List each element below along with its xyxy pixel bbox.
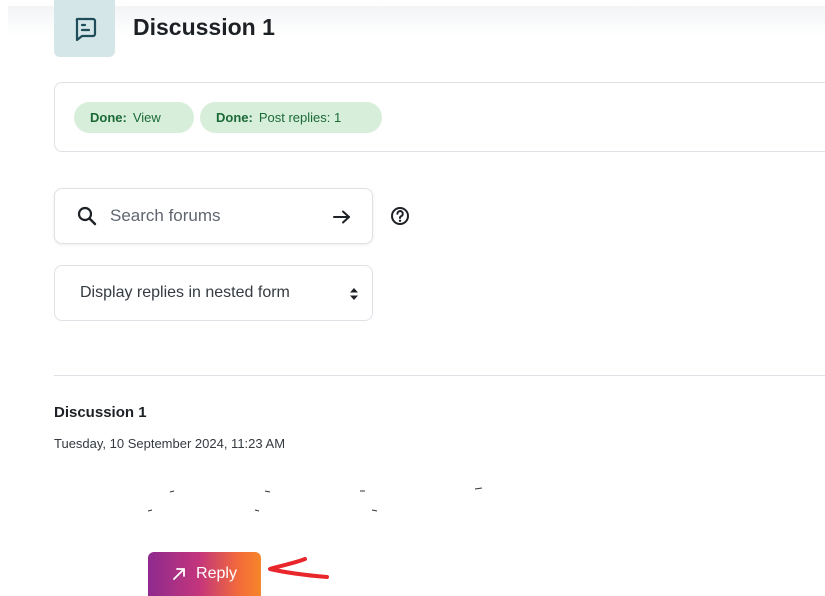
annotation-arrow-mark (268, 557, 329, 579)
question-circle-icon[interactable] (390, 206, 410, 226)
search-forums-box (54, 188, 373, 244)
arrow-up-right-icon (173, 568, 185, 580)
page-title: Discussion 1 (133, 14, 275, 40)
badge-prefix: Done: (90, 110, 127, 125)
redacted-post-content (147, 487, 483, 512)
search-input[interactable] (110, 203, 310, 229)
arrow-right-icon (333, 210, 350, 224)
display-mode-select[interactable]: Display replies in nested form (54, 265, 373, 321)
post-subject: Discussion 1 (54, 404, 147, 421)
badge-text: View (132, 110, 161, 125)
search-icon (77, 206, 97, 226)
reply-button[interactable]: Reply (148, 552, 261, 596)
section-divider (54, 375, 825, 376)
badge-text: Post replies: 1 (258, 110, 342, 125)
display-mode-selected: Display replies in nested form (80, 284, 290, 301)
completion-badge-view: Done: View (74, 102, 194, 133)
header-band (8, 6, 825, 36)
sort-caret-icon (350, 288, 358, 300)
badge-prefix: Done: (216, 110, 253, 125)
post-date: Tuesday, 10 September 2024, 11:23 AM (54, 436, 286, 451)
forum-icon (75, 17, 96, 41)
activity-completion: Done: View Done: Post replies: 1 (54, 82, 825, 152)
forum-discussion-page: Discussion 1 Done: View Done: Post repli… (0, 0, 825, 596)
completion-badge-post-replies: Done: Post replies: 1 (200, 102, 382, 133)
reply-button-label: Reply (196, 565, 237, 582)
forum-icon-tile (54, 0, 115, 57)
search-submit-button[interactable] (327, 203, 357, 231)
